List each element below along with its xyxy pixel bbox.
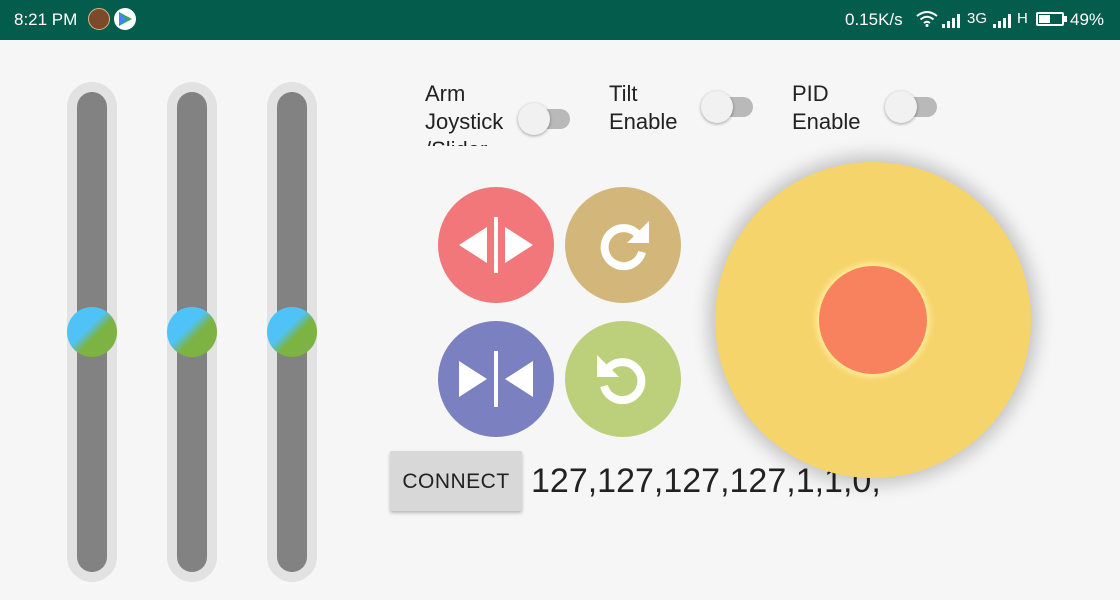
battery-tip — [1064, 16, 1067, 22]
joystick-base[interactable] — [715, 162, 1031, 478]
spread-arrows-icon — [459, 217, 533, 273]
switch-thumb — [701, 91, 733, 123]
play-store-icon — [114, 8, 136, 30]
signal-icon-2 — [993, 13, 1013, 33]
network-type-label: H — [1017, 10, 1028, 27]
status-time: 8:21 PM — [14, 10, 78, 29]
switch-thumb — [885, 91, 917, 123]
avatar-icon — [88, 8, 110, 30]
rotate-counterclockwise-icon — [597, 355, 646, 405]
vertical-slider-2[interactable] — [167, 82, 217, 582]
battery-percent: 49% — [1070, 10, 1105, 29]
signal-icon — [942, 13, 962, 33]
squeeze-button[interactable] — [438, 321, 554, 437]
network-speed: 0.15K/s — [845, 10, 903, 29]
pid-enable-switch[interactable] — [885, 87, 941, 127]
vertical-slider-3[interactable] — [267, 82, 317, 582]
joystick-knob[interactable] — [819, 266, 927, 374]
spread-button[interactable] — [438, 187, 554, 303]
pid-enable-label: PID Enable — [792, 81, 861, 134]
status-bar: 8:21 PM 0.15K/s 3G H 49% — [0, 0, 1120, 40]
tilt-enable-label: Tilt Enable — [609, 81, 678, 134]
battery-icon — [1036, 12, 1064, 26]
vertical-slider-1[interactable] — [67, 82, 117, 582]
arm-joystick-slider-label: Arm Joystick /Slider — [425, 81, 504, 146]
slider-thumb[interactable] — [167, 307, 217, 357]
slider-thumb[interactable] — [267, 307, 317, 357]
switch-thumb — [518, 103, 550, 135]
slider-thumb[interactable] — [67, 307, 117, 357]
wifi-icon — [916, 11, 938, 32]
connect-button[interactable]: CONNECT — [390, 451, 522, 511]
rotate-clockwise-button[interactable] — [565, 187, 681, 303]
network-3g-label: 3G — [967, 10, 988, 27]
arm-joystick-slider-switch[interactable] — [518, 99, 574, 139]
rotate-counterclockwise-button[interactable] — [565, 321, 681, 437]
tilt-enable-switch[interactable] — [701, 87, 757, 127]
rotate-clockwise-icon — [600, 221, 649, 271]
battery-fill — [1039, 15, 1050, 23]
squeeze-arrows-icon — [459, 351, 533, 407]
